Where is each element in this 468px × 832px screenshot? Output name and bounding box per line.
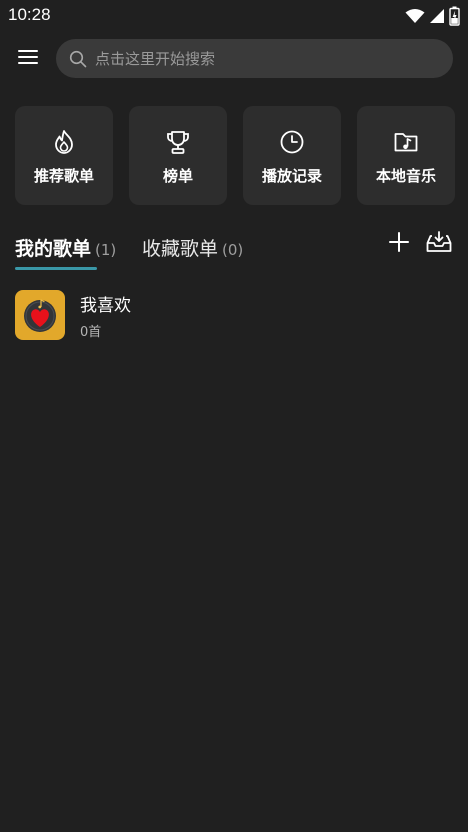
quick-action-label: 播放记录: [261, 167, 322, 185]
active-tab-indicator: [15, 267, 97, 270]
search-icon: [69, 50, 87, 68]
add-playlist-button[interactable]: [385, 230, 413, 258]
tab-count: (0): [222, 241, 244, 259]
tab-label: 收藏歌单: [142, 238, 219, 260]
quick-action-recommended[interactable]: 推荐歌单: [15, 106, 113, 205]
quick-actions: 推荐歌单 榜单 播放记录 本地音乐: [15, 106, 455, 205]
search-input[interactable]: 点击这里开始搜索: [56, 39, 453, 78]
quick-action-label: 榜单: [162, 167, 193, 185]
search-placeholder: 点击这里开始搜索: [95, 50, 216, 68]
signal-icon: [429, 8, 445, 28]
tab-label: 我的歌单: [15, 238, 92, 260]
flame-icon: [50, 128, 78, 156]
tab-favorite-playlists[interactable]: 收藏歌单 (0): [142, 234, 243, 261]
inbox-download-icon: [426, 230, 452, 258]
status-icons: [405, 6, 460, 30]
clock-icon: [278, 128, 306, 156]
hamburger-menu-icon: [17, 49, 39, 69]
heart-record-icon: [15, 299, 65, 340]
tab-count: (1): [95, 241, 117, 259]
status-bar: 10:28: [0, 0, 468, 32]
quick-action-charts[interactable]: 榜单: [129, 106, 227, 205]
playlist-tabs: 我的歌单 (1) 收藏歌单 (0): [0, 226, 468, 272]
wifi-icon: [405, 8, 425, 28]
battery-icon: [449, 6, 460, 30]
plus-icon: [388, 231, 410, 257]
quick-action-label: 本地音乐: [375, 167, 436, 185]
tab-my-playlists[interactable]: 我的歌单 (1): [15, 234, 116, 261]
trophy-icon: [164, 128, 192, 156]
top-bar: 点击这里开始搜索: [0, 38, 468, 80]
menu-button[interactable]: [12, 43, 44, 75]
playlist-song-count: 0首: [80, 325, 102, 340]
quick-action-label: 推荐歌单: [33, 167, 94, 185]
playlist-cover: [15, 290, 65, 340]
quick-action-history[interactable]: 播放记录: [243, 106, 341, 205]
playlist-item[interactable]: 我喜欢 0首: [0, 284, 468, 346]
quick-action-local-music[interactable]: 本地音乐: [357, 106, 455, 205]
import-playlist-button[interactable]: [425, 230, 453, 258]
status-time: 10:28: [8, 5, 51, 24]
music-folder-icon: [392, 128, 420, 156]
playlist-title: 我喜欢: [80, 296, 131, 316]
